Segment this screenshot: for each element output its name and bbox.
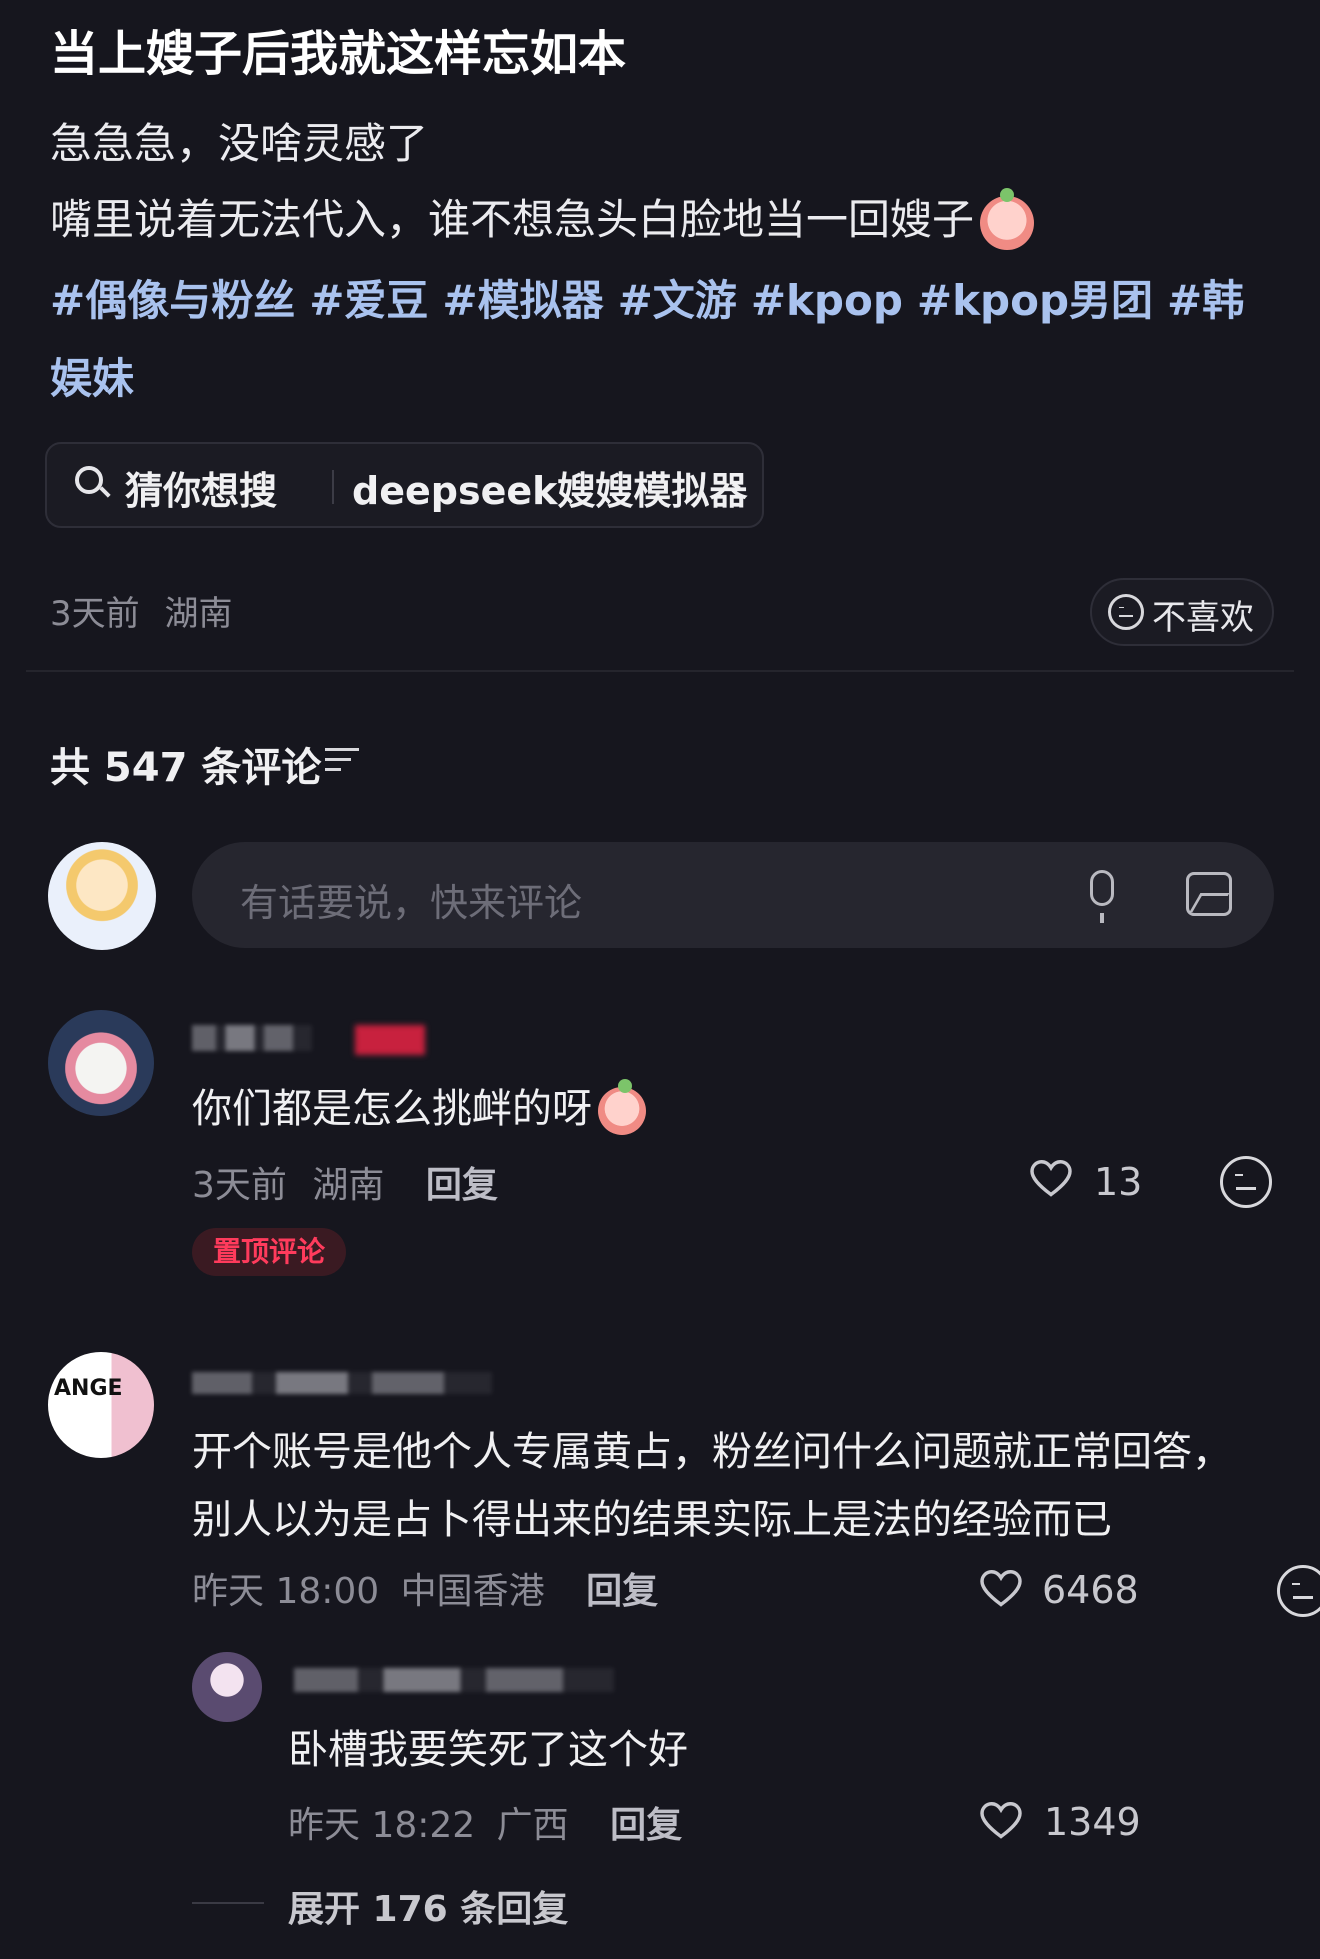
heart-icon[interactable] — [980, 1570, 1022, 1608]
reply-location: 广西 — [496, 1805, 569, 1846]
author-badge-redacted — [355, 1025, 425, 1055]
heart-icon[interactable] — [1030, 1160, 1072, 1198]
comment-text-content: 你们都是怎么挑衅的呀 — [192, 1086, 592, 1132]
reply-text: 卧槽我要笑死了这个好 — [288, 1727, 688, 1773]
heart-icon[interactable] — [980, 1802, 1022, 1840]
dislike-label: 不喜欢 — [1152, 598, 1254, 638]
comment-meta: 昨天 18:00 中国香港 回复 — [192, 1562, 658, 1614]
dislike-button[interactable]: 不喜欢 — [1090, 578, 1274, 646]
pinned-badge: 置顶评论 — [192, 1228, 346, 1276]
suggested-search-button[interactable]: 猜你想搜 deepseek嫂嫂模拟器 — [45, 442, 764, 528]
mic-icon[interactable] — [1090, 870, 1114, 923]
tag-link[interactable]: #kpop — [751, 276, 903, 325]
reply-button[interactable]: 回复 — [426, 1165, 498, 1206]
meh-face-icon[interactable] — [1220, 1156, 1272, 1208]
reply-button[interactable]: 回复 — [610, 1805, 682, 1846]
commenter-avatar[interactable]: ANGE — [48, 1352, 154, 1458]
comment-location: 中国香港 — [400, 1571, 545, 1612]
comment-input-placeholder: 有话要说，快来评论 — [240, 881, 583, 925]
suggested-search-query: deepseek嫂嫂模拟器 — [352, 469, 748, 513]
post-body-text: 嘴里说着无法代入，谁不想急头白脸地当一回嫂子 — [50, 195, 975, 244]
post-title: 当上嫂子后我就这样忘如本 — [50, 26, 627, 82]
reply-meta: 昨天 18:22 广西 回复 — [288, 1796, 682, 1848]
meh-face-icon — [1108, 594, 1144, 630]
comment-meta: 3天前 湖南 回复 — [192, 1156, 498, 1208]
image-icon[interactable] — [1186, 872, 1232, 916]
reply-time: 昨天 18:22 — [288, 1805, 476, 1846]
comment-text: 你们都是怎么挑衅的呀 — [192, 1075, 646, 1143]
tag-link[interactable]: #偶像与粉丝 — [50, 276, 295, 325]
like-count: 6468 — [1042, 1568, 1139, 1612]
comment-text: 开个账号是他个人专属黄占，粉丝问什么问题就正常回答，别人以为是占卜得出来的结果实… — [192, 1429, 1232, 1543]
tag-link[interactable]: #文游 — [618, 276, 737, 325]
comment-input[interactable]: 有话要说，快来评论 — [192, 842, 1274, 948]
filter-icon[interactable] — [325, 748, 359, 774]
like-count: 1349 — [1044, 1800, 1141, 1844]
like-count: 13 — [1094, 1160, 1143, 1204]
username-redacted[interactable] — [294, 1668, 614, 1692]
comment-time: 3天前 — [192, 1165, 287, 1206]
section-divider — [26, 670, 1294, 672]
post-meta: 3天前 湖南 — [50, 586, 232, 635]
comment-count: 共 547 条评论 — [50, 745, 322, 791]
meh-face-icon[interactable] — [1277, 1565, 1320, 1617]
suggested-search-label: 猜你想搜 — [125, 469, 278, 513]
comment-location: 湖南 — [312, 1165, 385, 1206]
peach-emoji-icon — [980, 187, 1035, 250]
post-body-line-1: 急急急，没啥灵感了 — [50, 119, 429, 168]
commenter-avatar[interactable] — [48, 1010, 154, 1116]
search-divider — [332, 470, 334, 504]
post-location: 湖南 — [164, 594, 233, 634]
tag-link[interactable]: #模拟器 — [442, 276, 603, 325]
username-redacted[interactable] — [192, 1025, 312, 1051]
post-body-line-2: 嘴里说着无法代入，谁不想急头白脸地当一回嫂子 — [50, 186, 1035, 250]
reply-button[interactable]: 回复 — [586, 1571, 658, 1612]
search-icon — [75, 466, 103, 494]
tag-link[interactable]: #爱豆 — [309, 276, 428, 325]
username-redacted[interactable] — [192, 1372, 492, 1394]
post-time: 3天前 — [50, 594, 140, 634]
expand-line — [192, 1902, 264, 1904]
replier-avatar[interactable] — [192, 1652, 262, 1722]
avatar-logo-text: ANGE — [54, 1376, 123, 1401]
my-avatar[interactable] — [48, 842, 156, 950]
tag-list: #偶像与粉丝 #爱豆 #模拟器 #文游 #kpop #kpop男团 #韩娱妹 — [50, 262, 1260, 418]
tag-link[interactable]: #kpop男团 — [917, 276, 1153, 325]
peach-emoji-icon — [598, 1079, 646, 1135]
expand-replies-button[interactable]: 展开 176 条回复 — [288, 1880, 568, 1932]
comment-time: 昨天 18:00 — [192, 1571, 380, 1612]
